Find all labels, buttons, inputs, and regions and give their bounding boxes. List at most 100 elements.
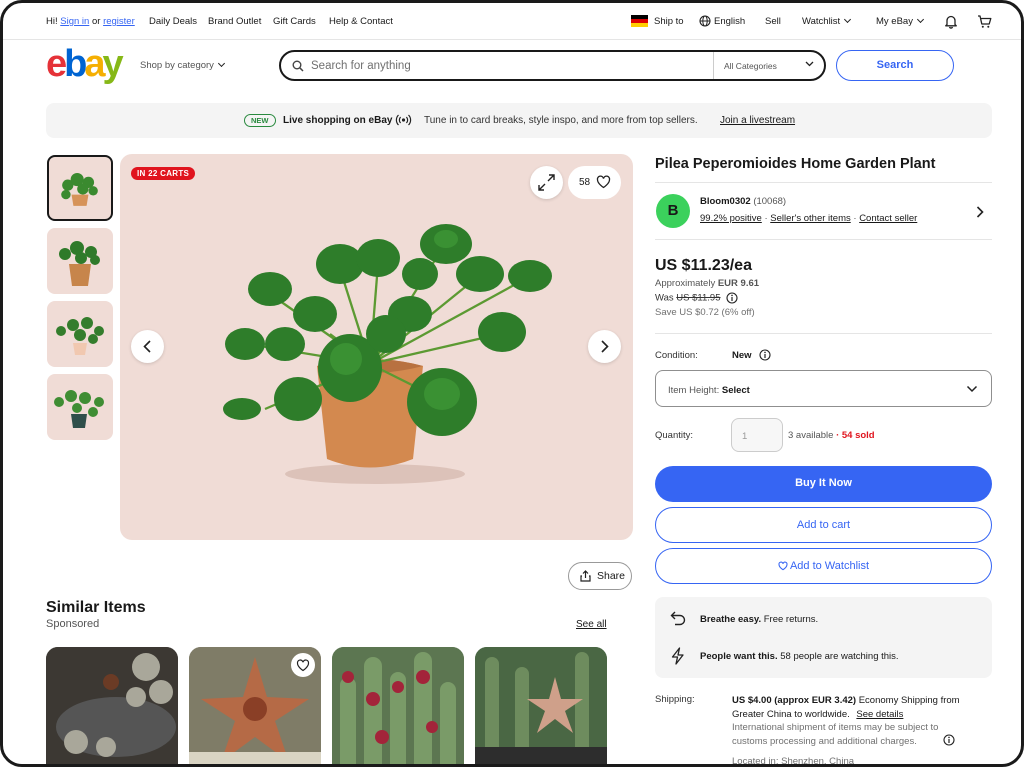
- heart-icon: [778, 561, 788, 571]
- available-count: 3 available: [788, 430, 834, 441]
- share-label: Share: [597, 570, 626, 582]
- similar-item-card[interactable]: [332, 647, 464, 764]
- approx-value: EUR 9.61: [717, 278, 760, 289]
- thumbnail-3[interactable]: [47, 301, 113, 367]
- international-note: International shipment of items may be s…: [732, 722, 939, 747]
- search-button[interactable]: Search: [836, 50, 954, 81]
- returns-detail: Free returns.: [763, 614, 819, 625]
- similar-item-card[interactable]: [189, 647, 321, 764]
- returns-text: Breathe easy. Free returns.: [700, 614, 818, 625]
- expand-icon: [538, 174, 555, 191]
- positive-feedback-link[interactable]: 99.2% positive: [700, 213, 762, 224]
- info-icon[interactable]: [726, 292, 738, 304]
- category-select-value: All Categories: [724, 61, 777, 71]
- add-to-watchlist-button[interactable]: Add to Watchlist: [655, 548, 992, 584]
- divider: [655, 182, 992, 183]
- was-price-value: US $11.95: [676, 292, 721, 304]
- seller-name[interactable]: Bloom0302: [700, 196, 751, 207]
- seller-feedback-score: (10068): [753, 196, 787, 207]
- banner-text: Tune in to card breaks, style inspo, and…: [424, 115, 698, 126]
- top-navigation-bar: Hi! Sign in or register Daily Deals Bran…: [3, 3, 1021, 40]
- language-button[interactable]: English: [714, 16, 745, 27]
- sold-count: · 54 sold: [836, 430, 875, 441]
- chevron-down-icon: [916, 15, 925, 24]
- gift-cards-link[interactable]: Gift Cards: [273, 16, 316, 27]
- chevron-left-icon: [143, 340, 151, 353]
- search-input[interactable]: Search for anything: [311, 60, 411, 72]
- see-details-link[interactable]: See details: [856, 709, 903, 720]
- condition-value: New: [732, 350, 752, 361]
- logo-letter: e: [46, 43, 67, 85]
- contact-seller-link[interactable]: Contact seller: [859, 213, 917, 224]
- search-bar: Search for anything All Categories: [279, 50, 826, 81]
- daily-deals-link[interactable]: Daily Deals: [149, 16, 197, 27]
- share-button[interactable]: Share: [568, 562, 632, 590]
- item-height-value: Select: [721, 385, 750, 396]
- watchers-detail: 58 people are watching this.: [780, 651, 899, 662]
- was-label: Was: [655, 292, 674, 304]
- search-icon: [292, 60, 304, 72]
- returns-bold: Breathe easy.: [700, 614, 762, 625]
- next-image-button[interactable]: [588, 330, 621, 363]
- share-icon: [580, 570, 591, 582]
- watch-count-button[interactable]: 58: [568, 166, 621, 199]
- info-icon[interactable]: [943, 734, 955, 746]
- buy-it-now-button[interactable]: Buy It Now: [655, 466, 992, 502]
- condition-label: Condition:: [655, 350, 698, 361]
- watch-count: 58: [579, 177, 591, 188]
- register-link[interactable]: register: [103, 16, 135, 27]
- main-product-image[interactable]: IN 22 CARTS 58: [120, 154, 633, 540]
- banner-title: Live shopping on eBay: [283, 115, 393, 126]
- my-ebay-label: My eBay: [876, 16, 913, 27]
- seller-avatar[interactable]: B: [656, 194, 690, 228]
- logo-letter: b: [64, 43, 87, 85]
- previous-image-button[interactable]: [131, 330, 164, 363]
- divider: [655, 333, 992, 334]
- globe-icon: [699, 15, 711, 27]
- ship-to-button[interactable]: Ship to: [654, 16, 684, 27]
- thumbnail-2[interactable]: [47, 228, 113, 294]
- see-all-link[interactable]: See all: [576, 619, 607, 630]
- add-to-cart-button[interactable]: Add to cart: [655, 507, 992, 543]
- watchlist-label: Watchlist: [802, 16, 841, 27]
- similar-item-card[interactable]: [46, 647, 178, 764]
- join-livestream-link[interactable]: Join a livestream: [720, 115, 795, 126]
- sell-link[interactable]: Sell: [765, 16, 781, 27]
- category-select[interactable]: All Categories: [713, 52, 826, 79]
- thumbnail-4[interactable]: [47, 374, 113, 440]
- help-contact-link[interactable]: Help & Contact: [329, 16, 393, 27]
- flag-germany-icon: [631, 15, 648, 27]
- sponsored-label: Sponsored: [46, 618, 100, 630]
- similar-item-card[interactable]: [475, 647, 607, 764]
- my-ebay-menu[interactable]: My eBay: [876, 15, 925, 27]
- sign-in-link[interactable]: Sign in: [60, 16, 89, 27]
- watchlist-menu[interactable]: Watchlist: [802, 15, 852, 27]
- new-badge: NEW: [244, 114, 276, 127]
- approx-label: Approximately: [655, 278, 716, 289]
- item-location: Located in: Shenzhen, China: [732, 756, 855, 767]
- item-height-label: Item Height:: [668, 385, 720, 396]
- cart-icon[interactable]: [977, 14, 992, 29]
- highlights-box: Breathe easy. Free returns. People want …: [655, 597, 992, 678]
- info-icon[interactable]: [759, 349, 771, 361]
- sellers-other-items-link[interactable]: Seller's other items: [770, 213, 850, 224]
- return-arrow-icon: [670, 610, 686, 626]
- shipping-label: Shipping:: [655, 694, 695, 705]
- shop-by-category-button[interactable]: Shop by category: [140, 59, 225, 71]
- card-watch-button[interactable]: [291, 653, 315, 677]
- item-height-select[interactable]: Item Height: Select: [655, 370, 992, 407]
- separator-dot: ·: [853, 213, 857, 224]
- chevron-down-icon: [966, 385, 978, 393]
- expand-image-button[interactable]: [530, 166, 563, 199]
- thumbnail-1[interactable]: [47, 155, 113, 221]
- heart-icon: [296, 659, 310, 672]
- ebay-logo[interactable]: ebay: [46, 43, 124, 85]
- brand-outlet-link[interactable]: Brand Outlet: [208, 16, 261, 27]
- plant-image: [223, 224, 552, 484]
- bell-icon[interactable]: [944, 14, 958, 29]
- quantity-input[interactable]: 1: [731, 418, 783, 452]
- chevron-down-icon: [805, 61, 814, 67]
- lightning-icon: [670, 647, 686, 665]
- seller-chevron-right-icon[interactable]: [975, 205, 985, 219]
- was-price: Was US $11.95: [655, 292, 738, 304]
